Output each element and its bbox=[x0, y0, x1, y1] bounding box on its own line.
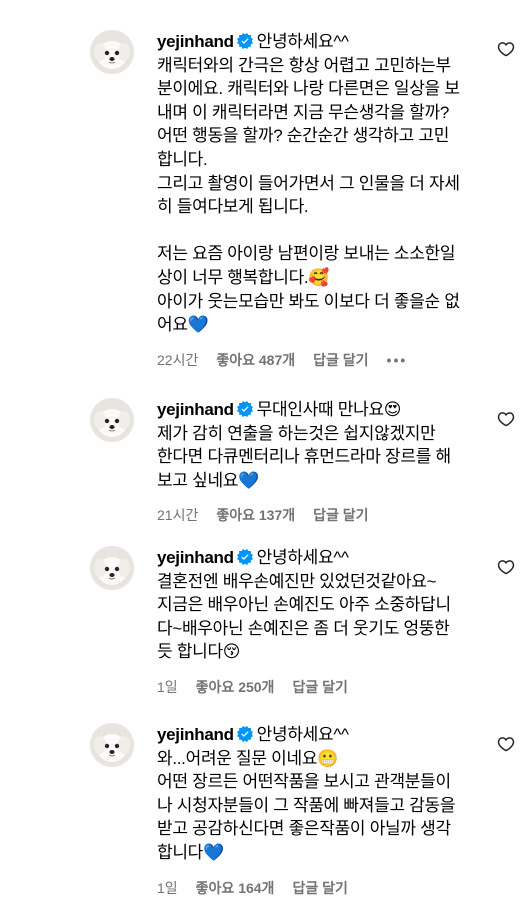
reply-button[interactable]: 답글 달기 bbox=[313, 350, 368, 370]
comment-line: 지금은 배우아닌 손예진도 아주 소중하답니 bbox=[157, 595, 451, 615]
comment-line: 보고 싶네요💙 bbox=[157, 470, 259, 490]
comment-line: 그리고 촬영이 들어가면서 그 인물을 더 자세 bbox=[157, 173, 460, 193]
comment-line: 상이 너무 행복합니다.🥰 bbox=[157, 267, 330, 287]
comment-body: yejinhand 안녕하세요^^ 캐릭터와의 간극은 항상 어렵고 고민하는부 … bbox=[157, 30, 487, 370]
comment-meta: 21시간 좋아요 137개 답글 달기 bbox=[157, 505, 487, 525]
comment-body: yejinhand 무대인사때 만나요😍 제가 감히 연출을 하는것은 쉽지않겠지… bbox=[157, 398, 487, 525]
comment-line: 어떤 장르든 어떤작품을 보시고 관객분들이 bbox=[157, 772, 451, 792]
verified-badge-icon bbox=[237, 549, 253, 565]
comment-line: 결혼전엔 배우손예진만 있었던것같아요~ bbox=[157, 571, 437, 591]
comment-text: 안녕하세요^^ bbox=[256, 32, 349, 51]
comment-line: 듯 합니다😚 bbox=[157, 642, 241, 662]
comment-body: yejinhand 안녕하세요^^ 결혼전엔 배우손예진만 있었던것같아요~ 지금… bbox=[157, 546, 487, 697]
avatar[interactable] bbox=[90, 30, 134, 74]
more-options-icon[interactable]: ••• bbox=[387, 352, 408, 368]
comment-line: 한다면 다큐멘터리나 휴먼드라마 장르를 해 bbox=[157, 447, 451, 467]
comment-line: 나 시청자분들이 그 작품에 빠져들고 감동을 bbox=[157, 795, 456, 815]
comment-body: yejinhand 안녕하세요^^ 와...어려운 질문 이네요😬 어떤 장르든 … bbox=[157, 723, 487, 898]
comment-line: 어요💙 bbox=[157, 315, 209, 335]
comment-text: 무대인사때 만나요😍 bbox=[256, 400, 402, 419]
like-heart-icon[interactable] bbox=[497, 735, 515, 753]
likes-count[interactable]: 좋아요 137개 bbox=[216, 505, 295, 525]
like-heart-icon[interactable] bbox=[497, 40, 515, 58]
timestamp[interactable]: 1일 bbox=[157, 878, 178, 898]
comment-line: 히 들여다보게 됩니다. bbox=[157, 197, 309, 217]
comment-meta: 1일 좋아요 164개 답글 달기 bbox=[157, 878, 487, 898]
timestamp[interactable]: 22시간 bbox=[157, 350, 198, 370]
verified-badge-icon bbox=[237, 726, 253, 742]
verified-badge-icon bbox=[237, 33, 253, 49]
comment-text: 안녕하세요^^ bbox=[256, 548, 349, 567]
comment-meta: 22시간 좋아요 487개 답글 달기 ••• bbox=[157, 350, 487, 370]
likes-count[interactable]: 좋아요 250개 bbox=[196, 677, 275, 697]
reply-button[interactable]: 답글 달기 bbox=[292, 878, 347, 898]
comment-line: 분이에요. 캐릭터와 나랑 다른면은 일상을 보 bbox=[157, 79, 460, 99]
avatar[interactable] bbox=[90, 723, 134, 767]
verified-badge-icon bbox=[237, 401, 253, 417]
comment-line: 아이가 웃는모습만 봐도 이보다 더 좋을순 없 bbox=[157, 291, 460, 311]
comment-meta: 1일 좋아요 250개 답글 달기 bbox=[157, 677, 487, 697]
timestamp[interactable]: 1일 bbox=[157, 677, 178, 697]
username[interactable]: yejinhand bbox=[157, 548, 234, 567]
timestamp[interactable]: 21시간 bbox=[157, 505, 198, 525]
reply-button[interactable]: 답글 달기 bbox=[313, 505, 368, 525]
reply-button[interactable]: 답글 달기 bbox=[292, 677, 347, 697]
comment-line: 캐릭터와의 간극은 항상 어렵고 고민하는부 bbox=[157, 55, 451, 75]
username[interactable]: yejinhand bbox=[157, 32, 234, 51]
likes-count[interactable]: 좋아요 164개 bbox=[196, 878, 275, 898]
comment-line: 저는 요즘 아이랑 남편이랑 보내는 소소한일 bbox=[157, 244, 456, 264]
comment-line: 받고 공감하신다면 좋은작품이 아닐까 생각 bbox=[157, 819, 451, 839]
comment-line: 어떤 행동을 할까? 순간순간 생각하고 고민 bbox=[157, 126, 450, 146]
comment-line: 합니다. bbox=[157, 149, 208, 169]
comment-text: 안녕하세요^^ bbox=[256, 725, 349, 744]
username[interactable]: yejinhand bbox=[157, 725, 234, 744]
comment-line: 다~배우아닌 손예진은 좀 더 웃기도 엉뚱한 bbox=[157, 618, 450, 638]
comment-line: 제가 감히 연출을 하는것은 쉽지않겠지만 bbox=[157, 423, 436, 443]
username[interactable]: yejinhand bbox=[157, 400, 234, 419]
comment-line: 합니다💙 bbox=[157, 842, 224, 862]
comment-line: 내며 이 캐릭터라면 지금 무슨생각을 할까? bbox=[157, 102, 450, 122]
like-heart-icon[interactable] bbox=[497, 558, 515, 576]
likes-count[interactable]: 좋아요 487개 bbox=[216, 350, 295, 370]
avatar[interactable] bbox=[90, 546, 134, 590]
avatar[interactable] bbox=[90, 398, 134, 442]
comment-line: 와...어려운 질문 이네요😬 bbox=[157, 748, 339, 768]
like-heart-icon[interactable] bbox=[497, 410, 515, 428]
